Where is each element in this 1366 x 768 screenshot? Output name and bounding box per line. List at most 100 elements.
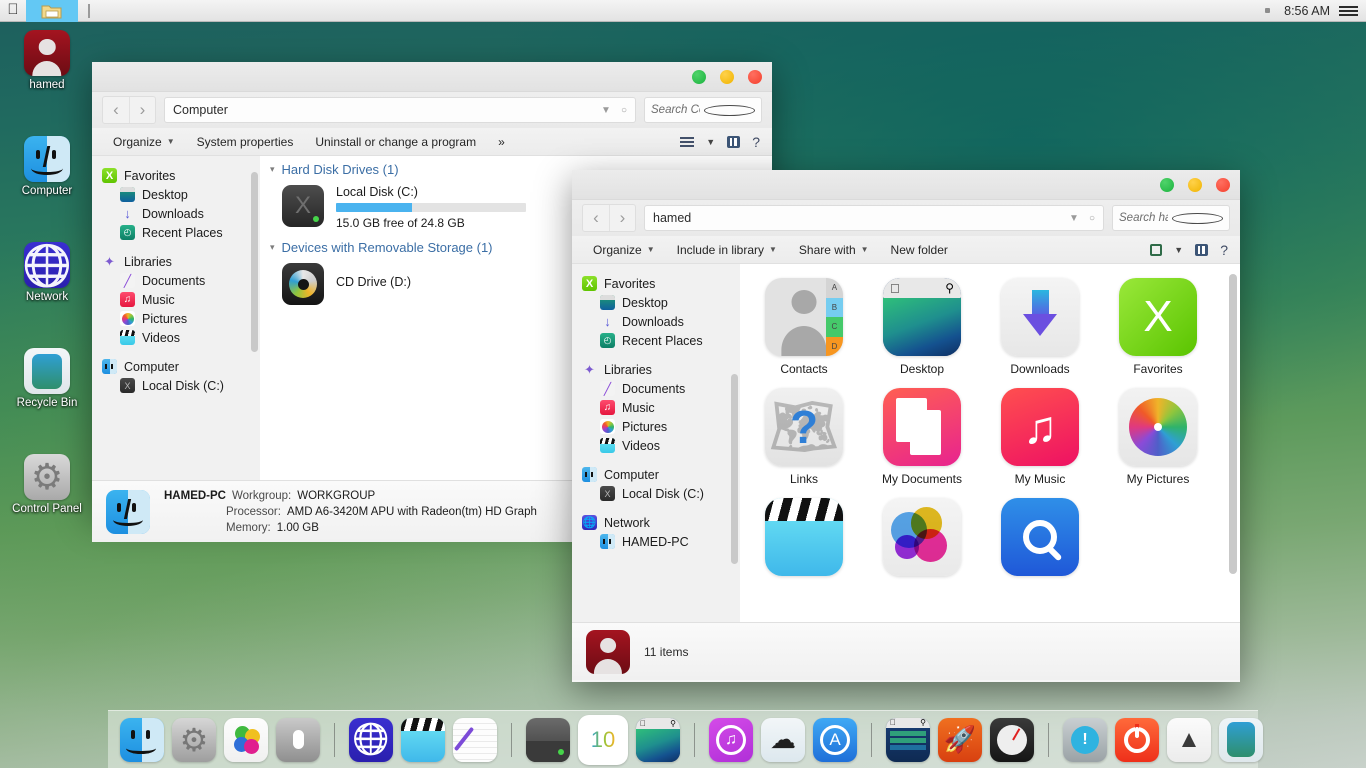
icon-view-icon[interactable] [1150,243,1163,256]
sidebar-item-documents[interactable]: ╱ Documents [572,379,740,398]
toolbar-item-share-with[interactable]: Share with ▼ [788,238,880,262]
sidebar-item-music[interactable]: ♫ Music [572,398,740,417]
dock-item-notes-pen[interactable] [453,717,497,762]
address-bar[interactable]: hamed ▼ ○ [644,205,1104,231]
toolbar-item-uninstall-or-change-a-program[interactable]: Uninstall or change a program [304,130,487,154]
refresh-icon[interactable]: ○ [1089,213,1095,224]
dock-item-system-preferences[interactable]: ⚙ [172,717,216,762]
content-scrollbar[interactable] [1229,274,1237,574]
close-button[interactable] [748,70,762,84]
dock-item-icloud[interactable]: ☁ [761,717,805,762]
dock-item-app-store-alt[interactable]: ▲ [1167,717,1211,762]
forward-button[interactable]: › [129,97,155,123]
dock-item-dashboard-gauge[interactable] [990,717,1034,762]
explorer-window-hamed[interactable]: ‹ › hamed ▼ ○ Search hamed Organize▼Incl… [572,170,1240,682]
folder-item[interactable]: ⚲ Desktop [876,278,968,376]
folder-item[interactable]: Downloads [994,278,1086,376]
folder-item[interactable]: A B C D Contacts [758,278,850,376]
view-dropdown-icon[interactable]: ▼ [1174,245,1183,255]
dock-item-itunes[interactable]: ♫ [709,717,753,762]
active-app-folder-icon[interactable] [26,0,78,22]
sidebar-item-hamed-pc[interactable]: HAMED-PC [572,532,740,551]
desktop-icon-control-panel[interactable]: Control Panel [10,454,84,515]
dock-item-desktop-wallpaper[interactable]: ⚲ [636,717,680,762]
chevron-down-icon[interactable]: ▼ [1069,213,1079,224]
status-dot-icon[interactable] [1265,8,1271,13]
toolbar-item-[interactable]: » [487,130,516,154]
sidebar-scrollbar[interactable] [251,172,258,352]
folder-item[interactable] [758,498,850,582]
sidebar-item-music[interactable]: ♫ Music [92,290,260,309]
folder-item[interactable]: My Pictures [1112,388,1204,486]
dock-item-launchpad-rocket[interactable]: 🚀 [938,717,982,762]
desktop-icon-network[interactable]: Network [10,242,84,303]
search-input[interactable]: Search Computer [644,97,762,123]
sidebar-item-computer[interactable]: Computer [92,357,260,376]
toolbar-item-include-in-library[interactable]: Include in library ▼ [666,238,788,262]
address-bar[interactable]: Computer ▼ ○ [164,97,636,123]
toolbar-item-system-properties[interactable]: System properties [186,130,305,154]
toolbar-item-organize[interactable]: Organize ▼ [582,238,666,262]
sidebar-item-downloads[interactable]: ↓ Downloads [572,312,740,331]
sidebar-item-videos[interactable]: Videos [92,328,260,347]
sidebar-item-local-disk-c[interactable]: X Local Disk (C:) [572,484,740,503]
search-input[interactable]: Search hamed [1112,205,1230,231]
folder-item[interactable] [876,498,968,582]
maximize-button[interactable] [1160,178,1174,192]
window-controls[interactable] [692,70,762,84]
help-icon[interactable]: ? [752,134,760,150]
sidebar-item-network[interactable]: 🌐 Network [572,513,740,532]
window-titlebar[interactable] [92,62,772,92]
sidebar-item-downloads[interactable]: ↓ Downloads [92,204,260,223]
window-controls[interactable] [1160,178,1230,192]
navigation-sidebar[interactable]: X Favorites Desktop ↓ Downloads ◴ Recent Place… [92,156,260,480]
dock-item-one-password[interactable]: ! [1063,717,1107,762]
toolbar-item-organize[interactable]: Organize ▼ [102,130,186,154]
list-view-icon[interactable] [684,136,695,147]
sidebar-item-libraries[interactable]: ✦ Libraries [92,252,260,271]
sidebar-item-videos[interactable]: Videos [572,436,740,455]
maximize-button[interactable] [692,70,706,84]
dock-item-color-picker[interactable] [224,717,268,762]
apple-logo-icon[interactable]:  [0,2,26,19]
dock-item-recycle-bin[interactable] [1219,717,1263,762]
window-titlebar[interactable] [572,170,1240,200]
minimize-button[interactable] [1188,178,1202,192]
sidebar-item-recent-places[interactable]: ◴ Recent Places [572,331,740,350]
sidebar-item-favorites[interactable]: X Favorites [572,274,740,293]
preview-pane-icon[interactable] [1195,243,1209,256]
back-button[interactable]: ‹ [583,205,609,231]
desktop-icon-recycle-bin[interactable]: Recycle Bin [10,348,84,409]
sidebar-item-local-disk-c[interactable]: X Local Disk (C:) [92,376,260,395]
minimize-button[interactable] [720,70,734,84]
sidebar-item-computer[interactable]: Computer [572,465,740,484]
list-menu-icon[interactable] [1344,5,1358,16]
folder-item[interactable]: My Documents [876,388,968,486]
preview-pane-icon[interactable] [727,135,741,148]
dock-item-siri-microphone[interactable] [276,717,320,762]
dock-item-local-disk[interactable] [526,717,570,762]
forward-button[interactable]: › [609,205,635,231]
help-icon[interactable]: ? [1220,242,1228,258]
dock-item-finder[interactable] [120,717,164,762]
sidebar-item-desktop[interactable]: Desktop [92,185,260,204]
sidebar-item-libraries[interactable]: ✦ Libraries [572,360,740,379]
dock-item-mission-control[interactable]: ⚲ [886,717,930,762]
sidebar-item-favorites[interactable]: X Favorites [92,166,260,185]
refresh-icon[interactable]: ○ [621,105,627,116]
nav-buttons[interactable]: ‹ › [582,204,636,232]
folder-item[interactable] [994,498,1086,582]
folder-item[interactable]: ♫ My Music [994,388,1086,486]
desktop-icon-hamed[interactable]: hamed [10,30,84,91]
sidebar-item-pictures[interactable]: Pictures [92,309,260,328]
sidebar-item-documents[interactable]: ╱ Documents [92,271,260,290]
sidebar-item-recent-places[interactable]: ◴ Recent Places [92,223,260,242]
nav-buttons[interactable]: ‹ › [102,96,156,124]
folder-item[interactable]: X Favorites [1112,278,1204,376]
toolbar-item-new-folder[interactable]: New folder [880,238,959,262]
sidebar-scrollbar[interactable] [731,374,738,564]
collapse-triangle-icon[interactable]: ▾ [270,242,275,253]
navigation-sidebar[interactable]: X Favorites Desktop ↓ Downloads ◴ Recent Place… [572,264,740,622]
folder-item[interactable]: ? Links [758,388,850,486]
close-button[interactable] [1216,178,1230,192]
